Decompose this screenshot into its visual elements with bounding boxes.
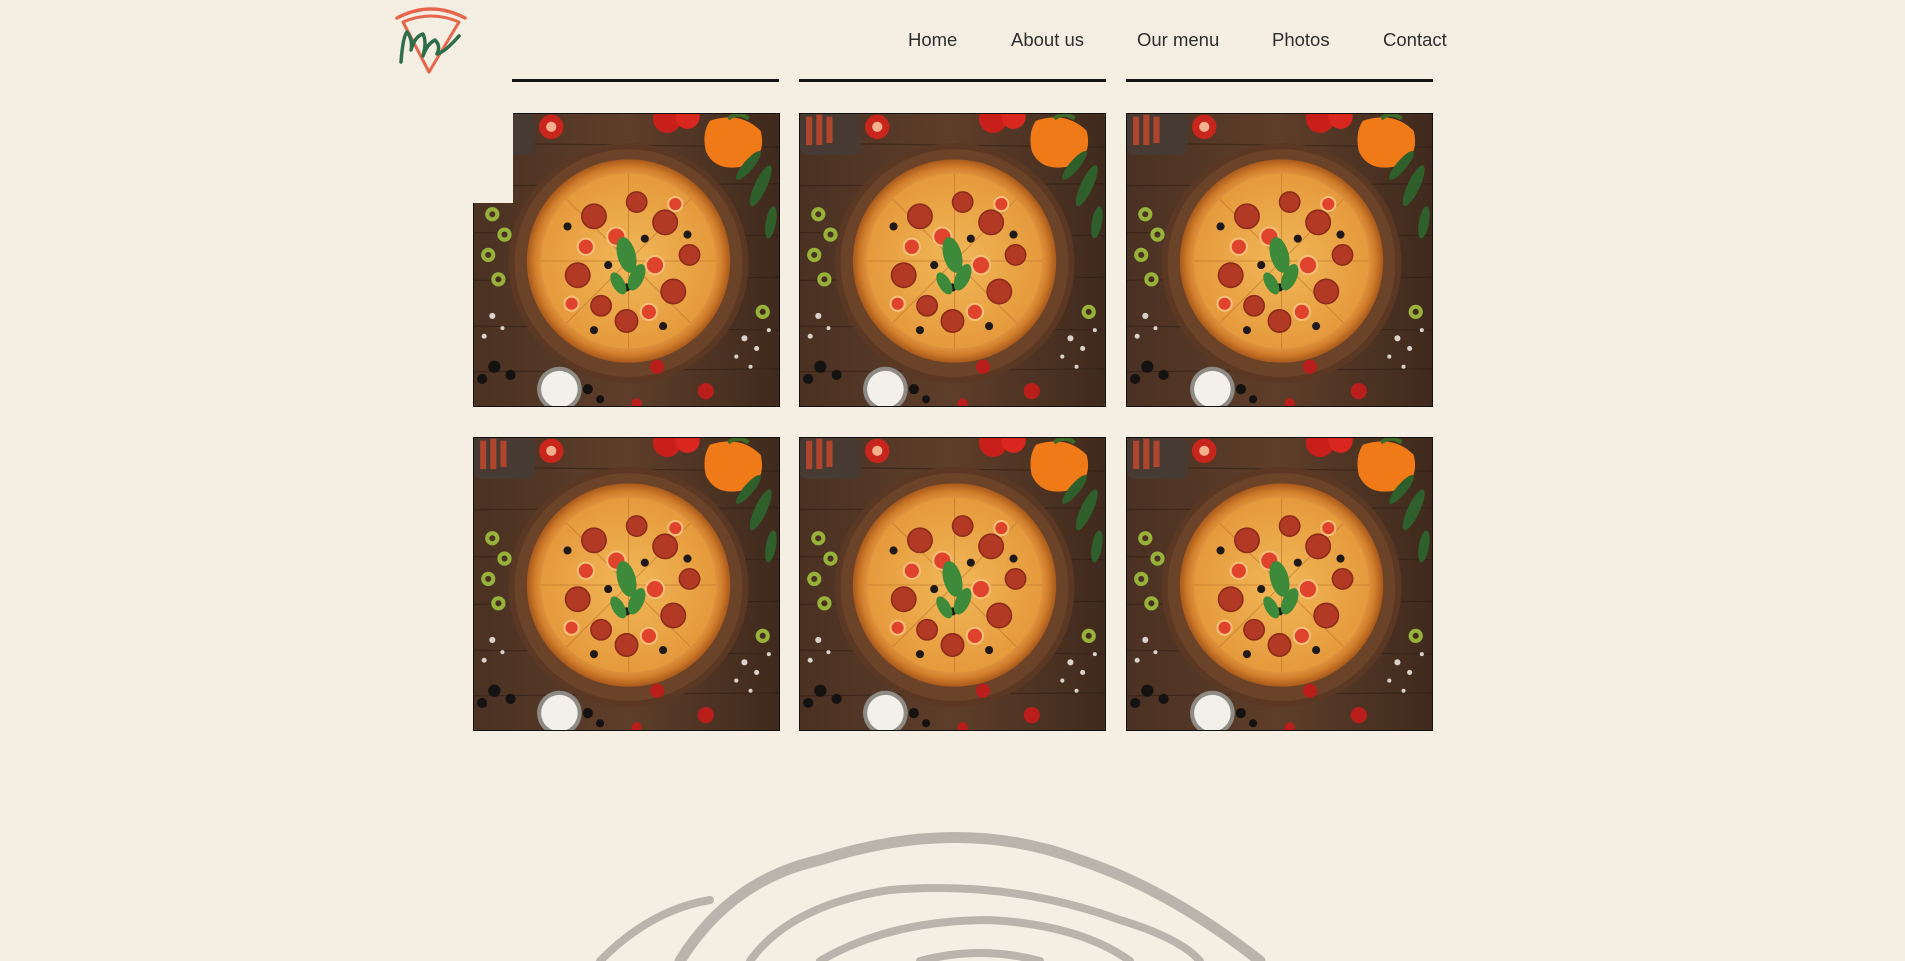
nav-home-link[interactable]: Home	[908, 29, 957, 51]
pizza-photo-image	[1127, 114, 1432, 406]
gallery-photo[interactable]	[799, 437, 1106, 731]
gallery-photo[interactable]	[473, 437, 780, 731]
nav-about-us-link[interactable]: About us	[1011, 29, 1084, 51]
corner-notch-decoration	[473, 113, 513, 203]
main-navigation: Home About us Our menu Photos Contact	[0, 29, 1905, 53]
gallery-photo[interactable]	[473, 113, 780, 407]
nav-photos-link[interactable]: Photos	[1272, 29, 1330, 51]
nav-contact-link[interactable]: Contact	[1383, 29, 1447, 51]
pizza-photo-image	[474, 114, 779, 406]
pizza-outline-illustration	[596, 832, 1266, 961]
pizza-photo-image	[800, 438, 1105, 730]
gallery-photo[interactable]	[1126, 437, 1433, 731]
pizza-photo-image	[1127, 438, 1432, 730]
pizza-photo-image	[800, 114, 1105, 406]
gallery-divider	[799, 79, 1106, 82]
gallery-divider	[1126, 79, 1433, 82]
gallery-divider	[512, 79, 779, 82]
gallery-photo[interactable]	[1126, 113, 1433, 407]
pizza-photo-image	[474, 438, 779, 730]
nav-our-menu-link[interactable]: Our menu	[1137, 29, 1219, 51]
gallery-photo[interactable]	[799, 113, 1106, 407]
